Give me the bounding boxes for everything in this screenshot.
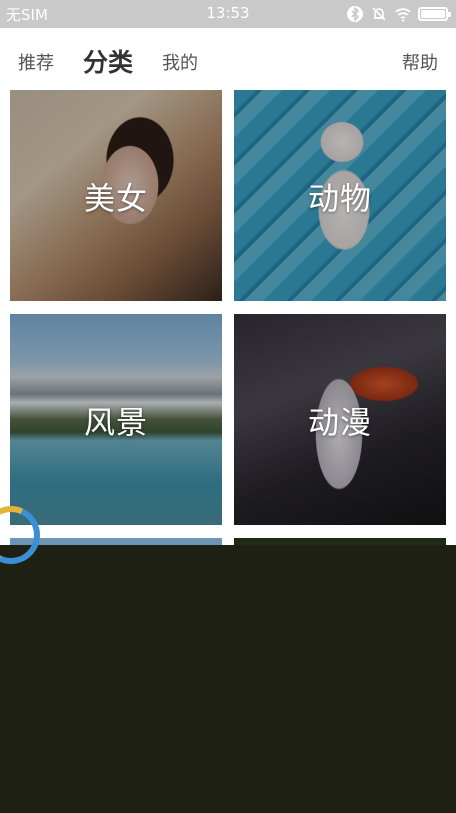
alarm-off-icon — [372, 7, 386, 21]
tab-recommend[interactable]: 推荐 — [18, 49, 54, 75]
tab-category[interactable]: 分类 — [83, 43, 133, 79]
category-label: 动物 — [308, 181, 372, 217]
battery-icon — [418, 7, 451, 21]
battery-level — [421, 10, 445, 18]
bluetooth-icon — [347, 6, 363, 22]
help-button[interactable]: 帮助 — [402, 49, 438, 75]
wifi-icon — [395, 8, 411, 22]
category-label: 动漫 — [308, 405, 372, 441]
loading-overlay — [0, 545, 456, 813]
status-icons — [346, 4, 452, 24]
category-card-beauty[interactable]: 美女 — [10, 90, 222, 301]
category-card-animal[interactable]: 动物 — [234, 90, 446, 301]
tab-mine[interactable]: 我的 — [162, 49, 198, 75]
status-bar: 无SIM 13:53 — [0, 0, 456, 28]
category-label: 风景 — [84, 405, 148, 441]
category-card-landscape[interactable]: 风景 — [10, 314, 222, 525]
category-card-anime[interactable]: 动漫 — [234, 314, 446, 525]
category-label: 美女 — [84, 181, 148, 217]
top-tab-bar: 推荐 分类 我的 帮助 — [0, 28, 456, 90]
